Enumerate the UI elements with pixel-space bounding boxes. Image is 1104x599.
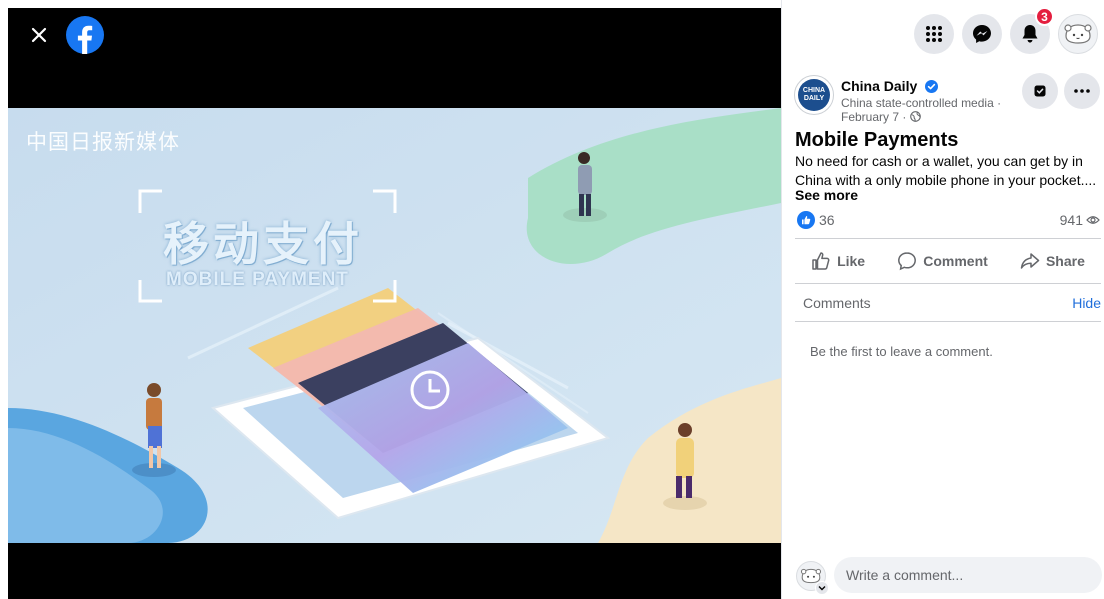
video-watermark: 中国日报新媒体 xyxy=(26,130,180,154)
chevron-down-icon xyxy=(818,586,826,591)
china-daily-logo-icon: CHINA DAILY xyxy=(798,79,830,111)
page-avatar-text-bottom: DAILY xyxy=(803,95,825,102)
video-frame[interactable]: 中国日报新媒体 移动支付 MOBILE PAYMENT xyxy=(8,108,781,543)
notification-badge: 3 xyxy=(1035,7,1054,26)
divider xyxy=(795,321,1101,322)
comment-label[interactable]: Comment xyxy=(923,253,988,269)
bookmark-icon xyxy=(1034,85,1046,97)
see-more-link[interactable]: See more xyxy=(795,187,858,203)
top-nav: 3 xyxy=(914,7,1098,54)
post-date-text[interactable]: February 7 · xyxy=(841,110,906,124)
comments-header: Comments xyxy=(803,295,871,311)
like-label[interactable]: Like xyxy=(837,253,865,269)
messenger-button[interactable] xyxy=(962,14,1002,54)
eye-icon xyxy=(1086,216,1100,224)
globe-icon xyxy=(909,111,921,122)
video-title-english: MOBILE PAYMENT xyxy=(166,269,349,290)
hide-comments-link[interactable]: Hide xyxy=(1072,295,1101,311)
like-button[interactable]: Like xyxy=(803,245,873,277)
close-icon xyxy=(31,27,47,43)
menu-button[interactable] xyxy=(914,14,954,54)
view-count: 941 xyxy=(1060,212,1100,228)
post-title: Mobile Payments xyxy=(795,129,959,151)
messenger-icon xyxy=(973,25,991,43)
divider xyxy=(795,283,1101,284)
comment-input[interactable] xyxy=(834,557,1102,593)
page-avatar[interactable]: CHINA DAILY xyxy=(794,75,834,115)
page-name-text[interactable]: China Daily xyxy=(841,78,917,94)
save-post-button[interactable] xyxy=(1022,73,1058,109)
bell-icon xyxy=(1022,25,1038,43)
comment-composer xyxy=(796,557,1102,597)
thumbs-up-icon xyxy=(812,252,830,270)
page-avatar-text-top: CHINA xyxy=(802,87,826,94)
view-count-text: 941 xyxy=(1059,212,1083,228)
more-dots-icon xyxy=(1074,89,1090,93)
post-body: No need for cash or a wallet, you can ge… xyxy=(795,153,1097,188)
close-button[interactable] xyxy=(24,20,54,50)
share-button[interactable]: Share xyxy=(1012,245,1093,277)
page-name[interactable]: China Daily xyxy=(841,78,939,94)
video-player[interactable]: 中国日报新媒体 移动支付 MOBILE PAYMENT xyxy=(8,8,781,599)
more-options-button[interactable] xyxy=(1064,73,1100,109)
comment-bubble-icon xyxy=(898,252,917,271)
post-date[interactable]: February 7 · xyxy=(841,110,921,124)
no-comments-message: Be the first to leave a comment. xyxy=(810,344,993,359)
comment-button[interactable]: Comment xyxy=(889,245,996,277)
reactions-bar: 36 941 xyxy=(795,210,1100,230)
notifications-button[interactable]: 3 xyxy=(1010,7,1054,54)
like-reaction-icon[interactable] xyxy=(797,211,815,229)
grid-menu-icon xyxy=(926,26,942,42)
divider xyxy=(795,238,1101,239)
like-count[interactable]: 36 xyxy=(819,212,835,228)
post-header: CHINA DAILY China Daily China state-cont… xyxy=(794,73,1100,125)
video-title-chinese: 移动支付 xyxy=(163,217,363,271)
video-illustration xyxy=(8,108,781,543)
post-side-panel: 3 CHINA DAILY China Daily China state-co… xyxy=(781,0,1104,599)
share-label[interactable]: Share xyxy=(1046,253,1085,269)
profile-avatar[interactable] xyxy=(1058,14,1098,54)
facebook-logo-icon[interactable] xyxy=(66,16,104,54)
page-label[interactable]: China state-controlled media · xyxy=(841,96,1001,110)
verified-badge-icon xyxy=(925,80,939,93)
avatar-switch-button[interactable] xyxy=(815,581,829,595)
share-arrow-icon xyxy=(1020,253,1040,269)
post-actions: Like Comment Share xyxy=(795,243,1101,279)
user-avatar-icon xyxy=(1064,24,1092,44)
